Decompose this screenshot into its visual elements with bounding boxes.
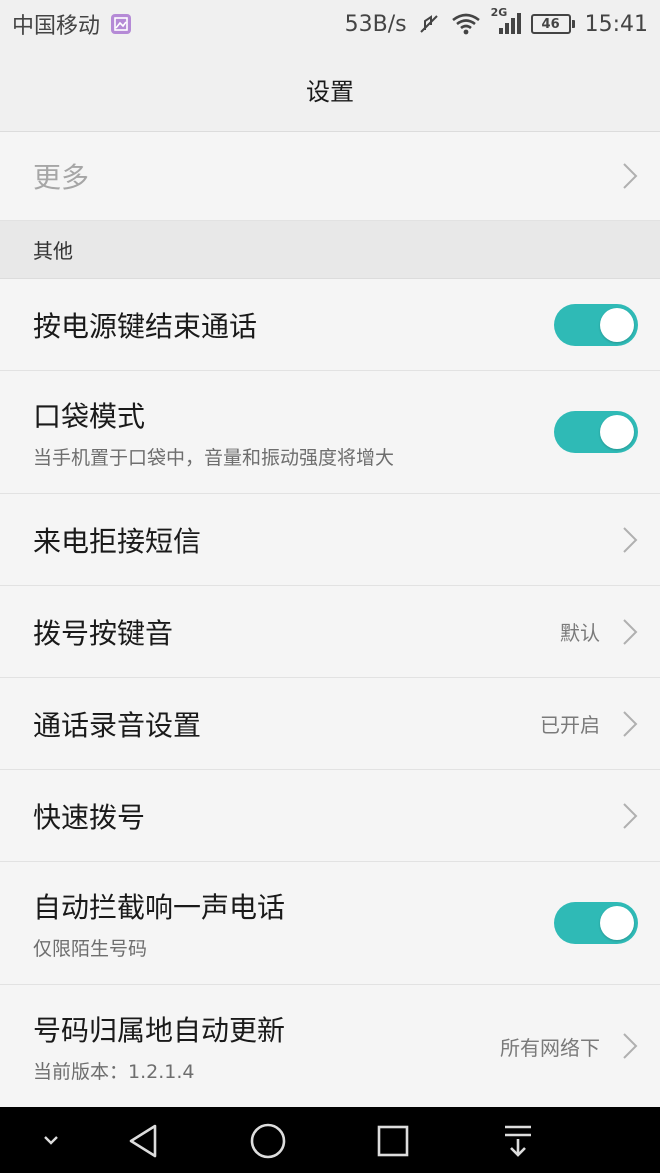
speed-dial-row[interactable]: 快速拨号 xyxy=(0,770,660,862)
pocket-mode-row[interactable]: 口袋模式 当手机置于口袋中，音量和振动强度将增大 xyxy=(0,371,660,494)
setting-description: 当前版本：1.2.1.4 xyxy=(33,1060,195,1083)
power-key-end-call-toggle[interactable] xyxy=(554,303,638,346)
power-key-end-call-row[interactable]: 按电源键结束通话 xyxy=(0,279,660,371)
title-bar: 设置 xyxy=(0,48,660,132)
setting-label: 拨号按键音 xyxy=(33,616,174,650)
status-bar: 中国移动 53B/s 2G 46 15:41 xyxy=(0,0,660,48)
setting-label: 按电源键结束通话 xyxy=(33,309,258,343)
chevron-right-icon xyxy=(623,618,638,645)
battery-level: 46 xyxy=(530,14,571,34)
dial-tone-row[interactable]: 拨号按键音 默认 xyxy=(0,586,660,678)
chevron-right-icon xyxy=(623,710,638,737)
more-row[interactable]: 更多 xyxy=(0,132,660,221)
more-label: 更多 xyxy=(33,161,90,194)
setting-label: 自动拦截响一声电话 xyxy=(33,890,286,924)
pocket-mode-toggle[interactable] xyxy=(554,411,638,453)
gallery-icon xyxy=(110,13,132,35)
page-title: 设置 xyxy=(306,78,354,106)
mute-icon xyxy=(417,12,441,36)
section-other-header: 其他 xyxy=(0,221,660,279)
network-speed: 53B/s xyxy=(344,11,407,37)
setting-value: 默认 xyxy=(560,621,600,645)
setting-value: 已开启 xyxy=(540,713,600,737)
reject-call-sms-row[interactable]: 来电拒接短信 xyxy=(0,494,660,586)
chevron-right-icon xyxy=(623,802,638,829)
setting-description: 当手机置于口袋中，音量和振动强度将增大 xyxy=(33,446,395,469)
clock: 15:41 xyxy=(584,11,648,37)
notification-pull-icon[interactable] xyxy=(497,1121,539,1161)
setting-label: 号码归属地自动更新 xyxy=(33,1013,286,1047)
block-one-ring-row[interactable]: 自动拦截响一声电话 仅限陌生号码 xyxy=(0,862,660,985)
call-recording-row[interactable]: 通话录音设置 已开启 xyxy=(0,678,660,770)
chevron-right-icon xyxy=(623,526,638,553)
setting-label: 口袋模式 xyxy=(33,399,146,433)
settings-list: 更多 其他 按电源键结束通话 口袋模式 当手机置于口袋中，音量和振动强度将增大 … xyxy=(0,132,660,1108)
signal-icon: 2G xyxy=(491,6,521,36)
setting-description: 仅限陌生号码 xyxy=(33,937,148,960)
wifi-icon xyxy=(451,12,481,36)
home-icon[interactable] xyxy=(247,1121,289,1161)
section-title: 其他 xyxy=(33,239,73,263)
number-location-update-row[interactable]: 号码归属地自动更新 当前版本：1.2.1.4 所有网络下 xyxy=(0,985,660,1108)
navigation-bar xyxy=(0,1107,660,1173)
setting-label: 快速拨号 xyxy=(33,800,146,834)
block-one-ring-toggle[interactable] xyxy=(554,902,638,944)
network-type: 2G xyxy=(490,6,508,19)
setting-value: 所有网络下 xyxy=(500,1035,600,1060)
recents-icon[interactable] xyxy=(372,1121,414,1161)
collapse-icon[interactable] xyxy=(36,1125,66,1155)
setting-label: 通话录音设置 xyxy=(33,708,202,742)
setting-label: 来电拒接短信 xyxy=(33,524,202,558)
chevron-right-icon xyxy=(623,1033,638,1059)
back-icon[interactable] xyxy=(122,1121,164,1161)
carrier-label: 中国移动 xyxy=(12,14,101,39)
chevron-right-icon xyxy=(623,163,638,189)
battery-icon: 46 xyxy=(530,14,575,34)
